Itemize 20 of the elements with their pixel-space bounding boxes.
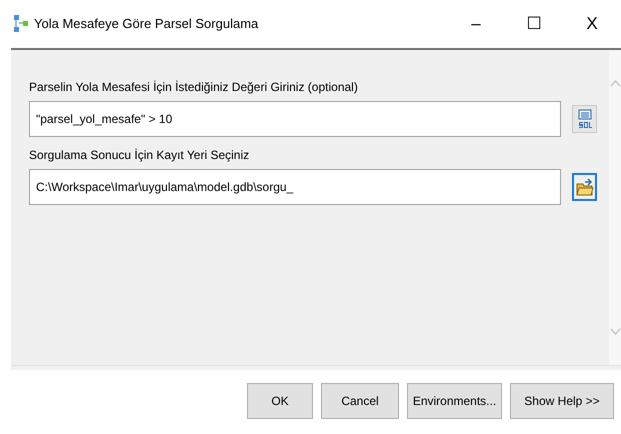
input-field[interactable]: "parsel_yol_mesafe" > 10 [29, 101, 561, 137]
scroll-up-icon[interactable] [610, 80, 620, 87]
parameter-label: Sorgulama Sonucu İçin Kayıt Yeri Seçiniz [29, 147, 250, 164]
close-button[interactable]: X [563, 9, 621, 39]
parameter-label: Parselin Yola Mesafesi İçin İstediğiniz Değeri Giriniz (optional) [29, 79, 359, 96]
cancel-button[interactable]: Cancel [321, 383, 399, 419]
input-field[interactable]: C:\Workspace\Imar\uygulama\model.gdb\sorgu_ [29, 169, 561, 205]
scrollbar[interactable] [609, 50, 621, 365]
browse-button[interactable] [572, 173, 597, 201]
window-title: Yola Mesafeye Göre Parsel Sorgulama [34, 15, 258, 34]
folder-icon [576, 177, 594, 197]
minimize-button[interactable]: – [447, 9, 505, 39]
show-help-button[interactable]: Show Help >> [510, 383, 614, 419]
model-icon [14, 15, 30, 33]
ok-button[interactable]: OK [247, 383, 313, 419]
sql-button[interactable] [572, 105, 597, 133]
maximize-button[interactable]: ☐ [505, 9, 563, 39]
scroll-down-icon[interactable] [610, 328, 620, 335]
environments-button[interactable]: Environments... [407, 383, 502, 419]
sql-query-icon [578, 109, 592, 129]
